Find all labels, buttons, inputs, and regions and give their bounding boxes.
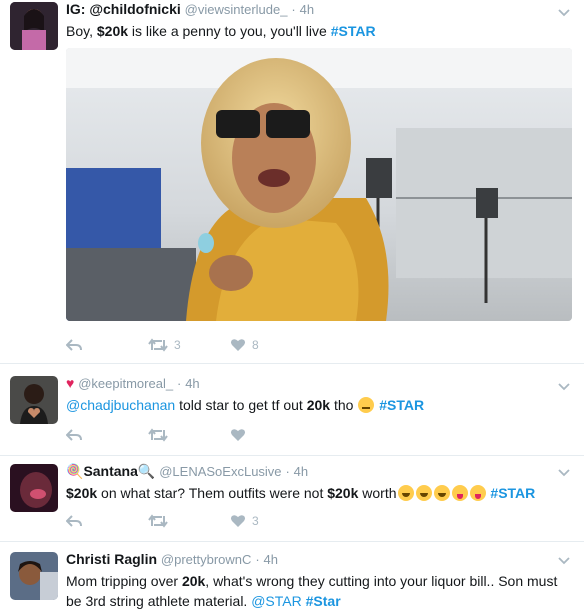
text-bold: 20k: [181, 573, 206, 589]
laughing-emoji-icon: [433, 485, 450, 501]
mention-link[interactable]: @STAR: [251, 593, 302, 609]
chevron-down-icon[interactable]: [558, 554, 570, 566]
retweet-icon: [148, 428, 168, 442]
tweet-actions: [66, 426, 246, 444]
mention-link[interactable]: @chadjbuchanan: [66, 397, 175, 413]
timestamp[interactable]: 4h: [264, 552, 278, 567]
user-handle[interactable]: @LENASoExcLusive: [159, 464, 281, 479]
reply-icon: [66, 339, 82, 351]
retweet-button[interactable]: [148, 512, 230, 530]
like-count: 8: [252, 338, 259, 352]
like-count: 3: [252, 514, 259, 528]
tweet-feed: IG: @childofnicki @viewsinterlude_ · 4h …: [0, 0, 584, 612]
like-button[interactable]: 8: [230, 336, 259, 354]
user-handle[interactable]: @viewsinterlude_: [185, 2, 288, 17]
text-bold: $20k: [327, 485, 359, 501]
hashtag-link[interactable]: #STAR: [331, 23, 376, 39]
tongue-emoji-icon: [451, 485, 468, 501]
tweet-media[interactable]: [66, 48, 572, 321]
chevron-down-icon[interactable]: [558, 466, 570, 478]
reply-button[interactable]: [66, 336, 148, 354]
reply-icon: [66, 429, 82, 441]
text-segment: worth: [358, 485, 397, 501]
tweet-header: Christi Raglin @prettybrownC · 4h: [66, 550, 566, 569]
tweet-text: Boy, $20k is like a penny to you, you'll…: [66, 21, 566, 41]
avatar-image: [10, 464, 58, 512]
retweet-icon: [148, 514, 168, 528]
separator-dot: ·: [291, 2, 296, 17]
display-name[interactable]: IG: @childofnicki: [66, 1, 181, 17]
timestamp[interactable]: 4h: [300, 2, 314, 17]
avatar[interactable]: [10, 552, 58, 600]
text-segment: tho: [330, 397, 358, 413]
red-heart-icon: ♥: [66, 375, 75, 391]
laughing-emoji-icon: [397, 485, 414, 501]
media-photo: [66, 48, 572, 321]
tweet-3[interactable]: 🍭Santana🔍 @LENASoExcLusive · 4h $20k on …: [0, 456, 584, 542]
timestamp[interactable]: 4h: [185, 376, 199, 391]
expressionless-emoji-icon: [358, 397, 375, 413]
tweet-actions: 3 8: [66, 336, 259, 354]
magnifier-emoji-icon: 🔍: [137, 463, 156, 479]
text-segment: Boy,: [66, 23, 97, 39]
display-name[interactable]: Santana: [83, 463, 137, 479]
tweet-text: $20k on what star? Them outfits were not…: [66, 483, 566, 503]
retweet-button[interactable]: 3: [148, 336, 230, 354]
text-bold: $20k: [66, 485, 98, 501]
tweet-header: IG: @childofnicki @viewsinterlude_ · 4h: [66, 0, 566, 19]
tweet-4[interactable]: Christi Raglin @prettybrownC · 4h Mom tr…: [0, 542, 584, 612]
chevron-down-icon[interactable]: [558, 380, 570, 392]
like-button[interactable]: [230, 426, 246, 444]
timestamp[interactable]: 4h: [294, 464, 308, 479]
tweet-header: ♥ @keepitmoreal_ · 4h: [66, 374, 566, 393]
text-segment: is like a penny to you, you'll live: [128, 23, 331, 39]
reply-button[interactable]: [66, 512, 148, 530]
reply-icon: [66, 515, 82, 527]
user-handle[interactable]: @prettybrownC: [161, 552, 252, 567]
avatar[interactable]: [10, 464, 58, 512]
tweet-text: @chadjbuchanan told star to get tf out 2…: [66, 395, 566, 415]
tweet-2[interactable]: ♥ @keepitmoreal_ · 4h @chadjbuchanan tol…: [0, 364, 584, 456]
like-button[interactable]: 3: [230, 512, 259, 530]
hashtag-link[interactable]: #STAR: [490, 485, 535, 501]
user-handle[interactable]: @keepitmoreal_: [78, 376, 173, 391]
avatar[interactable]: [10, 376, 58, 424]
text-segment: on what star? Them outfits were not: [97, 485, 328, 501]
chevron-down-icon[interactable]: [558, 6, 570, 18]
heart-icon: [231, 429, 245, 441]
text-bold: $20k: [96, 23, 129, 39]
retweet-count: 3: [174, 338, 181, 352]
lollipop-icon: 🍭: [66, 463, 84, 479]
text-bold: 20k: [306, 397, 331, 413]
tweet-header: 🍭Santana🔍 @LENASoExcLusive · 4h: [66, 462, 566, 481]
tweet-actions: 3: [66, 512, 259, 530]
tongue-emoji-icon: [469, 485, 486, 501]
avatar-image: [10, 2, 58, 50]
separator-dot: ·: [255, 552, 260, 567]
hashtag-link[interactable]: #STAR: [379, 397, 424, 413]
laughing-emoji-icon: [415, 485, 432, 501]
reply-button[interactable]: [66, 426, 148, 444]
text-segment: Mom tripping over: [66, 573, 182, 589]
avatar-image: [10, 552, 58, 600]
hashtag-link[interactable]: #Star: [306, 593, 341, 609]
retweet-icon: [148, 338, 168, 352]
text-segment: told star to get tf out: [175, 397, 307, 413]
separator-dot: ·: [285, 464, 290, 479]
tweet-text: Mom tripping over 20k, what's wrong they…: [66, 571, 566, 611]
tweet-1[interactable]: IG: @childofnicki @viewsinterlude_ · 4h …: [0, 0, 584, 364]
avatar[interactable]: [10, 2, 58, 50]
heart-icon: [231, 515, 245, 527]
separator-dot: ·: [176, 376, 182, 391]
retweet-button[interactable]: [148, 426, 230, 444]
heart-icon: [231, 339, 245, 351]
display-name[interactable]: Christi Raglin: [66, 551, 157, 567]
avatar-image: [10, 376, 58, 424]
